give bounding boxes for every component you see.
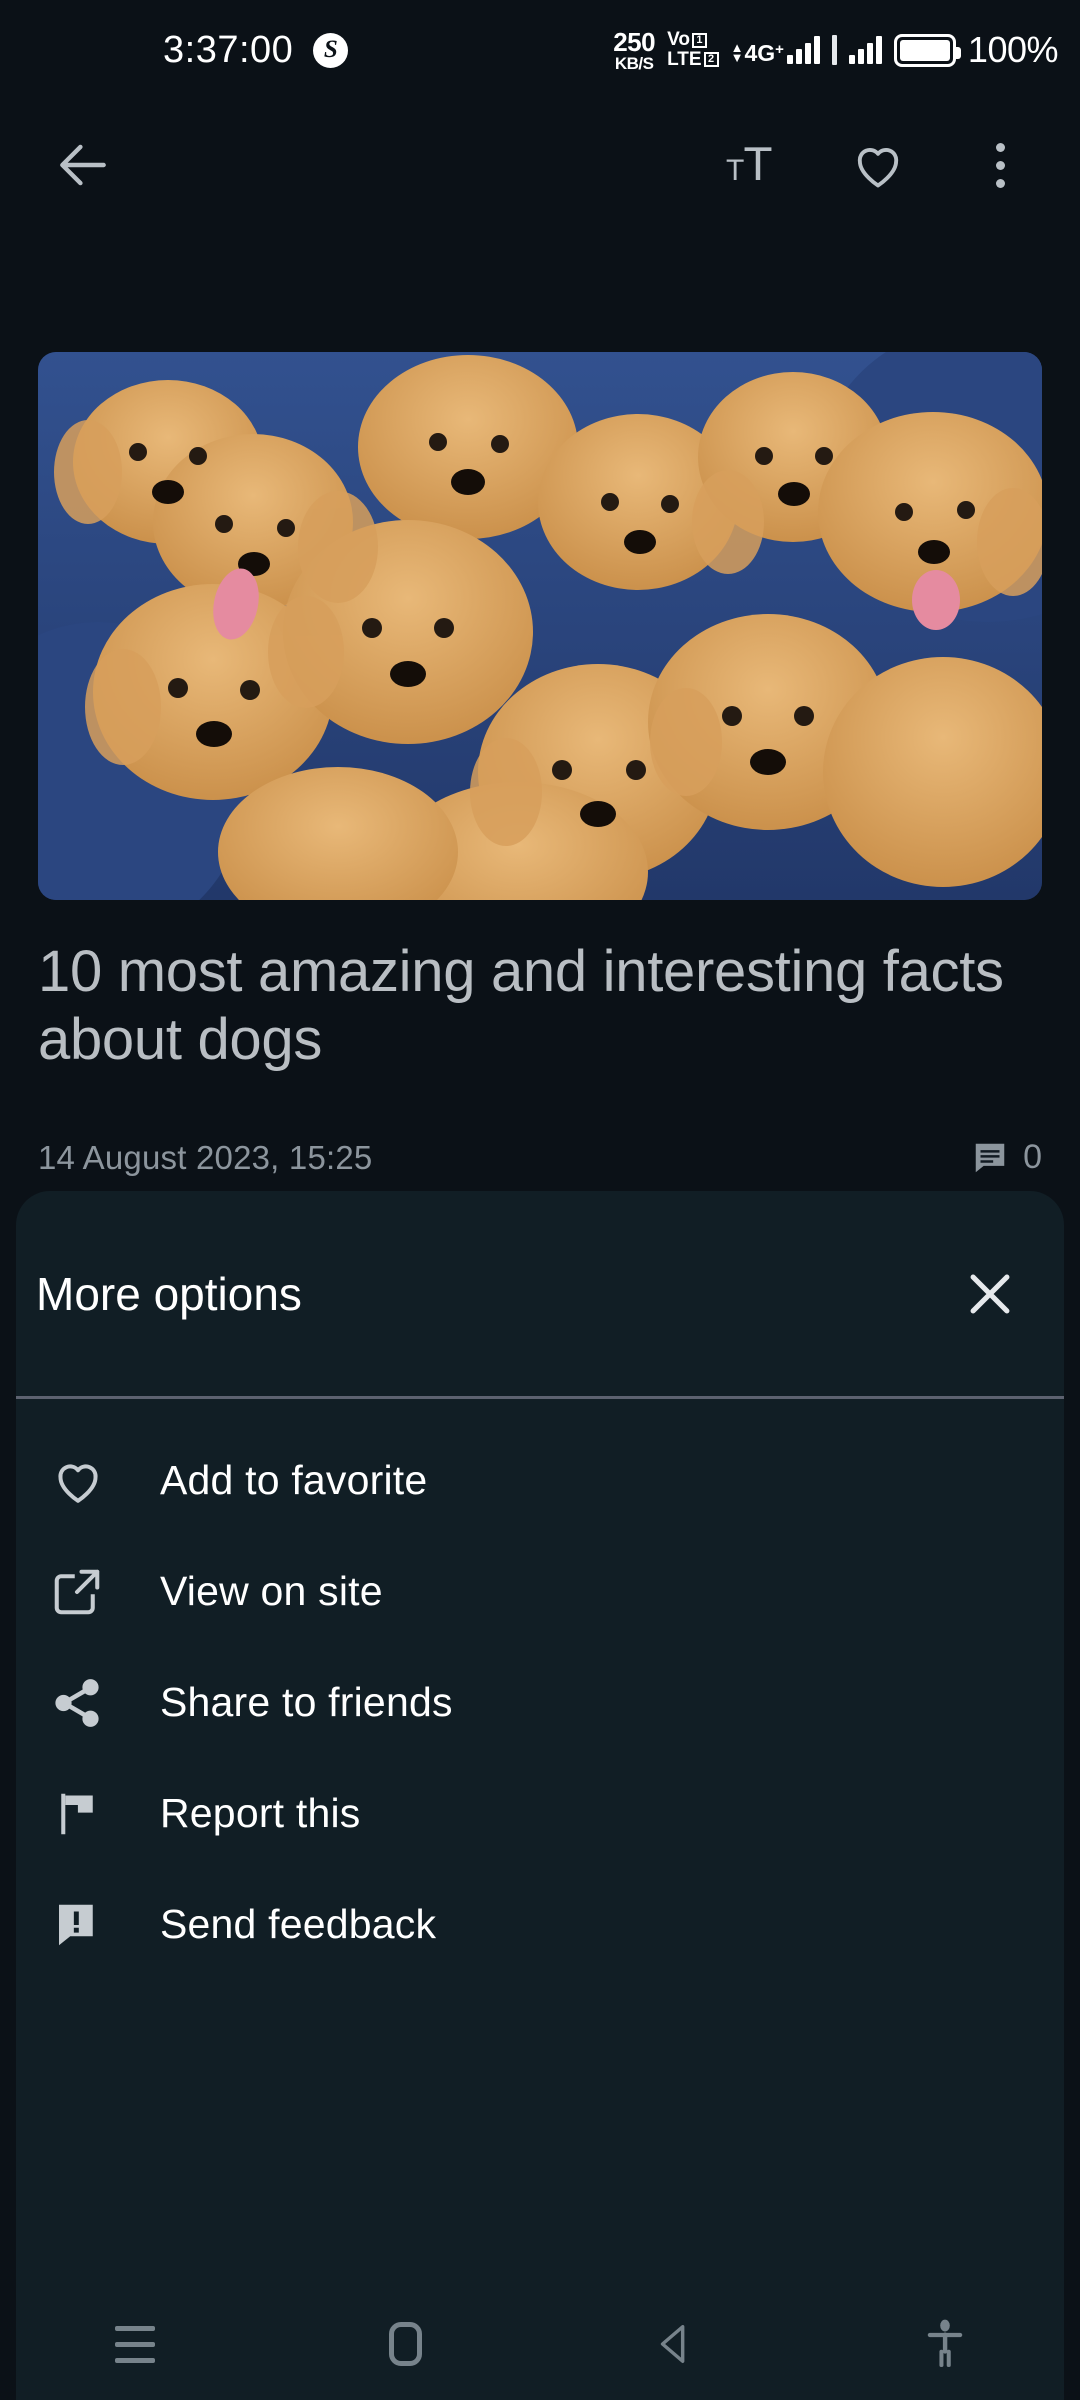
system-back-button[interactable] xyxy=(615,2294,735,2394)
battery-icon xyxy=(893,33,961,67)
network-speed-value: 250 xyxy=(613,26,656,57)
article-title: 10 most amazing and interesting facts ab… xyxy=(38,939,1004,1073)
favorite-button[interactable] xyxy=(838,125,918,205)
puppies-illustration xyxy=(38,352,1042,900)
svg-text:T: T xyxy=(744,138,773,191)
network-speed-indicator: 250 KB/S xyxy=(613,29,655,72)
sheet-header: More options xyxy=(16,1191,1064,1396)
volte-label-2: LTE xyxy=(667,49,702,70)
status-clock: 3:37:00 xyxy=(163,28,294,71)
status-bar-right: 250 KB/S Vo 1 LTE 2 ▲ ▼ 4G + 100% xyxy=(613,29,1058,72)
open-in-new-icon xyxy=(50,1565,144,1619)
more-vertical-icon xyxy=(995,142,1005,188)
menu-item-label: Share to friends xyxy=(160,1679,453,1725)
share-icon xyxy=(50,1676,144,1730)
status-bar-left: 3:37:00 S xyxy=(163,28,349,72)
close-icon xyxy=(970,1274,1010,1313)
more-options-sheet: More options Add to favorite View on sit… xyxy=(16,1191,1064,2400)
text-size-icon: T T xyxy=(726,138,773,191)
options-menu: Add to favorite View on site Share to fr… xyxy=(16,1399,1064,1980)
flag-icon xyxy=(50,1787,144,1841)
menu-item-report-this[interactable]: Report this xyxy=(16,1758,1064,1869)
signal-bars-icon-2 xyxy=(848,36,882,64)
battery-percent-label: 100% xyxy=(967,29,1059,70)
app-bar: T T xyxy=(0,100,1080,230)
recents-icon xyxy=(115,2325,155,2363)
article-date: 14 August 2023, 15:25 xyxy=(38,1138,373,1176)
menu-item-label: Report this xyxy=(160,1790,361,1836)
menu-item-add-to-favorite[interactable]: Add to favorite xyxy=(16,1425,1064,1536)
status-separator xyxy=(831,35,837,65)
sim-badge-2: 2 xyxy=(703,52,719,68)
close-button[interactable] xyxy=(952,1256,1028,1332)
home-icon xyxy=(388,2322,422,2366)
menu-item-label: Send feedback xyxy=(160,1901,437,1947)
recents-button[interactable] xyxy=(75,2294,195,2394)
menu-item-label: View on site xyxy=(160,1568,383,1614)
sim-badge-1: 1 xyxy=(691,32,707,48)
article-meta: 14 August 2023, 15:25 0 xyxy=(38,1138,1042,1177)
network-type-text: 4G xyxy=(744,40,776,67)
comment-count-group[interactable]: 0 xyxy=(971,1138,1042,1177)
heart-outline-icon xyxy=(50,1453,144,1509)
accessibility-button[interactable] xyxy=(885,2294,1005,2394)
sheet-title: More options xyxy=(36,1267,302,1320)
volte-row-2: LTE 2 xyxy=(667,49,719,70)
back-button[interactable] xyxy=(38,120,128,210)
overflow-menu-button[interactable] xyxy=(960,125,1040,205)
home-button[interactable] xyxy=(345,2294,465,2394)
network-speed-unit: KB/S xyxy=(614,53,654,73)
data-arrows-icon: ▲ ▼ xyxy=(730,40,744,65)
app-bar-actions: T T xyxy=(716,125,1040,205)
signal-bars-icon-1 xyxy=(786,36,820,64)
system-navigation-bar xyxy=(0,2288,1080,2400)
status-bar: 3:37:00 S 250 KB/S Vo 1 LTE 2 ▲ ▼ 4G + 1… xyxy=(0,0,1080,100)
text-size-button[interactable]: T T xyxy=(716,125,796,205)
menu-item-view-on-site[interactable]: View on site xyxy=(16,1536,1064,1647)
menu-item-send-feedback[interactable]: Send feedback xyxy=(16,1869,1064,1980)
phone-screen: 3:37:00 S 250 KB/S Vo 1 LTE 2 ▲ ▼ 4G + 1… xyxy=(0,0,1080,2400)
accessibility-icon xyxy=(927,2319,963,2367)
svg-text:T: T xyxy=(726,154,744,187)
feedback-icon xyxy=(50,1898,144,1952)
heart-outline-icon xyxy=(857,147,899,188)
menu-item-share-to-friends[interactable]: Share to friends xyxy=(16,1647,1064,1758)
article-hero-image[interactable] xyxy=(38,352,1042,900)
network-type-label: ▲ ▼ 4G + xyxy=(730,40,784,67)
volte-indicator: Vo 1 LTE 2 xyxy=(667,30,719,70)
back-triangle-icon xyxy=(660,2325,685,2363)
volte-row-1: Vo 1 xyxy=(667,30,707,50)
signal-indicator-1: ▲ ▼ 4G + xyxy=(730,36,820,67)
notification-badge-icon: S xyxy=(313,32,349,68)
comment-count-label: 0 xyxy=(1023,1138,1042,1176)
comment-icon xyxy=(975,1143,1005,1172)
arrow-left-icon xyxy=(60,144,106,186)
menu-item-label: Add to favorite xyxy=(160,1457,428,1503)
volte-label-1: Vo xyxy=(667,29,690,51)
network-plus-text: + xyxy=(775,41,784,59)
